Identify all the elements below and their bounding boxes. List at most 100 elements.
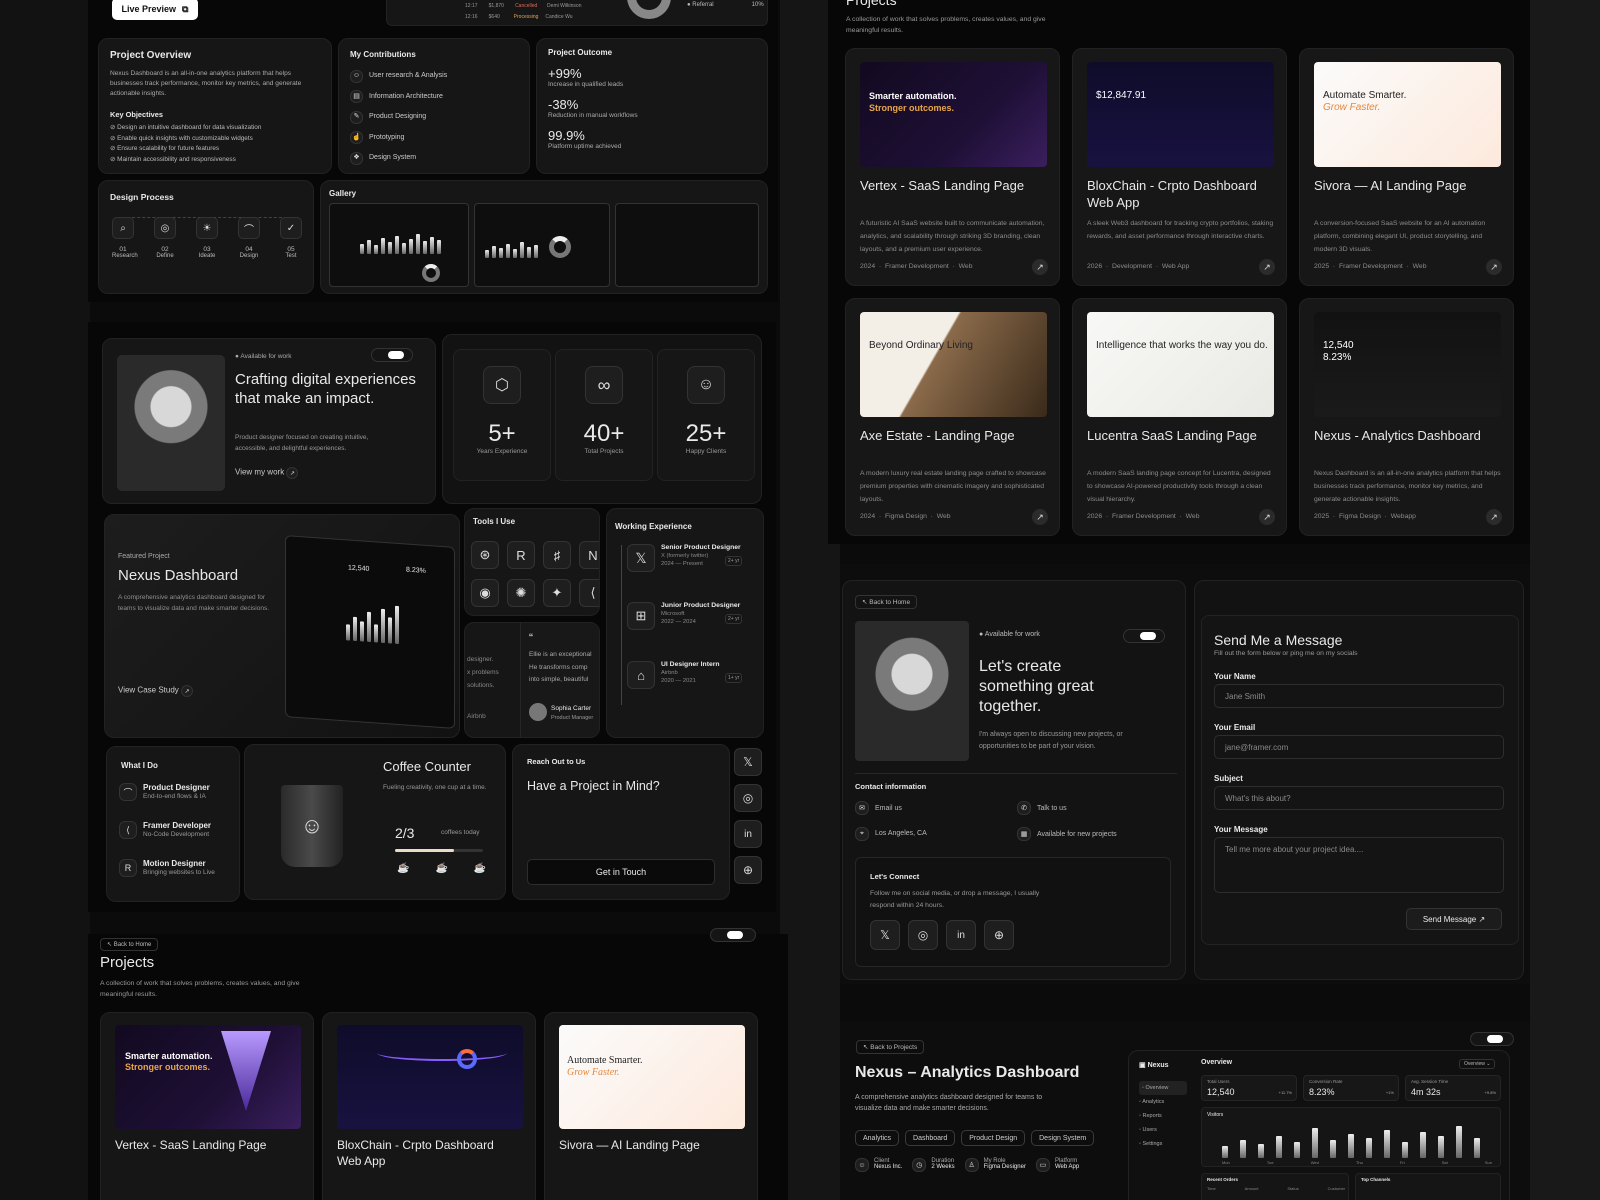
check-circle-icon: ⊘ [110, 134, 116, 142]
nav-item[interactable]: ◦ Settings [1139, 1137, 1187, 1151]
form-title: Send Me a Message [1214, 632, 1343, 648]
user-icon: ☺ [350, 69, 363, 83]
coffee-cup-icon: ☕ [473, 863, 487, 874]
project-card[interactable]: $12,847.91 BloxChain - Crpto Dashboard W… [1072, 48, 1287, 286]
reach-title: Have a Project in Mind? [527, 779, 660, 793]
check-circle-icon: ⊘ [110, 145, 116, 152]
coffee-cup-icon: ☕ [435, 863, 448, 874]
coffee-title: Coffee Counter [383, 759, 471, 774]
gallery-image[interactable] [474, 203, 610, 287]
project-card[interactable]: Smarter automation. Stronger outcomes. Ve… [845, 48, 1060, 286]
project-card[interactable]: Intelligence that works the way you do. … [1072, 298, 1287, 536]
open-project-button[interactable]: ↗ [1486, 509, 1502, 525]
project-desc: A futuristic AI SaaS website built to co… [860, 220, 1045, 253]
dribbble-icon[interactable]: ⊕ [984, 920, 1014, 950]
subject-input[interactable]: What's this about? [1214, 786, 1504, 810]
tag-pill: Product Design [961, 1130, 1026, 1146]
project-thumbnail: $12,847.91 [1087, 62, 1274, 167]
x-logo-icon[interactable]: 𝕏 [734, 748, 762, 776]
check-icon: ✓ [280, 217, 302, 239]
theme-toggle[interactable] [371, 348, 413, 362]
project-card[interactable]: Automate Smarter. Grow Faster. Sivora — A… [544, 1012, 758, 1200]
stat-clients: ☺ 25+ Happy Clients [657, 349, 755, 481]
open-project-button[interactable]: ↗ [1259, 259, 1275, 275]
back-home-button[interactable]: ↖ Back to Home [855, 595, 918, 609]
email-input[interactable]: jane@framer.com [1214, 735, 1504, 759]
project-card[interactable]: BloxChain - Crpto Dashboard Web App [322, 1012, 536, 1200]
project-thumbnail: Smarter automation. Stronger outcomes. [115, 1025, 301, 1129]
pointer-icon: ☝ [350, 131, 363, 145]
objective-item: ⊘ Design an intuitive dashboard for data… [110, 124, 262, 131]
email-link[interactable]: ✉ Email us [855, 801, 902, 815]
linkedin-icon[interactable]: in [734, 820, 762, 848]
instagram-icon[interactable]: ◎ [734, 784, 762, 812]
sparkle-icon: ✺ [507, 579, 535, 607]
project-thumbnail: 12,540 8.23% [1314, 312, 1501, 417]
tools-card: Tools I Use ⊛ R ♯ N ◉ ✺ ✦ ⟨ [464, 508, 600, 616]
contact-info-card: ↖ Back to Home ● Available for work Let'… [842, 580, 1186, 980]
instagram-icon[interactable]: ◎ [908, 920, 938, 950]
phone-link[interactable]: ✆ Talk to us [1017, 801, 1067, 815]
arrow-up-right-icon: ↗ [1490, 261, 1498, 272]
project-meta: 2024 · Figma Design · Web [860, 513, 951, 520]
meta-item: ▭ Platform Web App [1035, 1158, 1079, 1172]
objectives-title: Key Objectives [110, 110, 163, 119]
nav-item[interactable]: ◦ Reports [1139, 1109, 1187, 1123]
live-preview-button[interactable]: Live Preview ⧉ [112, 0, 198, 20]
back-home-button[interactable]: ↖ Back to Home [100, 938, 159, 951]
objective-item: ⊘ Ensure scalability for future features [110, 145, 220, 152]
theme-toggle[interactable] [1470, 1032, 1514, 1046]
clock-icon: ◷ [912, 1158, 927, 1172]
view-case-study-link[interactable]: View Case Study ↗ [118, 685, 194, 697]
linkedin-icon[interactable]: in [946, 920, 976, 950]
open-project-button[interactable]: ↗ [1032, 259, 1048, 275]
project-card[interactable]: Beyond Ordinary Living Axe Estate - Land… [845, 298, 1060, 536]
view-work-link[interactable]: View my work ↗ [235, 467, 299, 479]
tag-pill: Design System [1031, 1130, 1095, 1146]
dribbble-icon[interactable]: ⊕ [734, 856, 762, 884]
external-link-icon: ⧉ [182, 3, 189, 14]
overview-dropdown[interactable]: Overview ⌄ [1459, 1059, 1496, 1069]
x-logo-icon[interactable]: 𝕏 [870, 920, 900, 950]
name-label: Your Name [1214, 672, 1256, 681]
project-meta: 2024 · Framer Development · Web [860, 263, 973, 270]
availability-info: ▦ Available for new projects [1017, 827, 1117, 841]
outcome-label: Platform uptime achieved [548, 143, 622, 150]
open-project-button[interactable]: ↗ [1032, 509, 1048, 525]
project-card[interactable]: Automate Smarter. Grow Faster. Sivora — A… [1299, 48, 1514, 286]
project-desc: A modern SaaS landing page concept for L… [1087, 470, 1271, 503]
projects-desc: A collection of work that solves problem… [100, 980, 300, 998]
open-project-button[interactable]: ↗ [1486, 259, 1502, 275]
availability-label: ● Available for work [979, 631, 1040, 638]
back-projects-button[interactable]: ↖ Back to Projects [856, 1040, 925, 1054]
coffee-cup-image: ☺ [281, 785, 343, 867]
gallery-image[interactable] [329, 203, 469, 287]
projects-desc: A collection of work that solves problem… [846, 16, 1046, 34]
open-project-button[interactable]: ↗ [1259, 509, 1275, 525]
get-in-touch-button[interactable]: Get in Touch [527, 859, 715, 885]
user-icon: ☺ [855, 1158, 869, 1172]
phone-icon: ✆ [1017, 801, 1031, 815]
outcome-value: 99.9% [548, 128, 585, 143]
arrow-up-right-icon: ↗ [1036, 511, 1044, 522]
nav-item[interactable]: ◦ Users [1139, 1123, 1187, 1137]
gallery-title: Gallery [329, 189, 357, 198]
project-card[interactable]: Smarter automation. Stronger outcomes. Ve… [100, 1012, 314, 1200]
lightbulb-icon: ☀ [196, 217, 218, 239]
send-message-button[interactable]: Send Message ↗ [1406, 908, 1502, 930]
nav-item[interactable]: ◦ Overview [1139, 1081, 1187, 1095]
openai-icon: ⊛ [471, 541, 499, 569]
theme-toggle[interactable] [710, 928, 756, 942]
name-input[interactable]: Jane Smith [1214, 684, 1504, 708]
contact-info-title: Contact information [855, 782, 927, 791]
gallery-image[interactable] [615, 203, 759, 287]
outcome-label: Reduction in manual workflows [548, 112, 638, 119]
project-name: Vertex - SaaS Landing Page [115, 1138, 267, 1152]
profile-photo [855, 621, 969, 761]
outcome-title: Project Outcome [548, 48, 613, 57]
theme-toggle[interactable] [1123, 629, 1165, 643]
project-card[interactable]: 12,540 8.23% Nexus - Analytics Dashboard … [1299, 298, 1514, 536]
message-textarea[interactable]: Tell me more about your project idea.... [1214, 837, 1504, 893]
check-circle-icon: ⊘ [110, 124, 116, 131]
nav-item[interactable]: ◦ Analytics [1139, 1095, 1187, 1109]
